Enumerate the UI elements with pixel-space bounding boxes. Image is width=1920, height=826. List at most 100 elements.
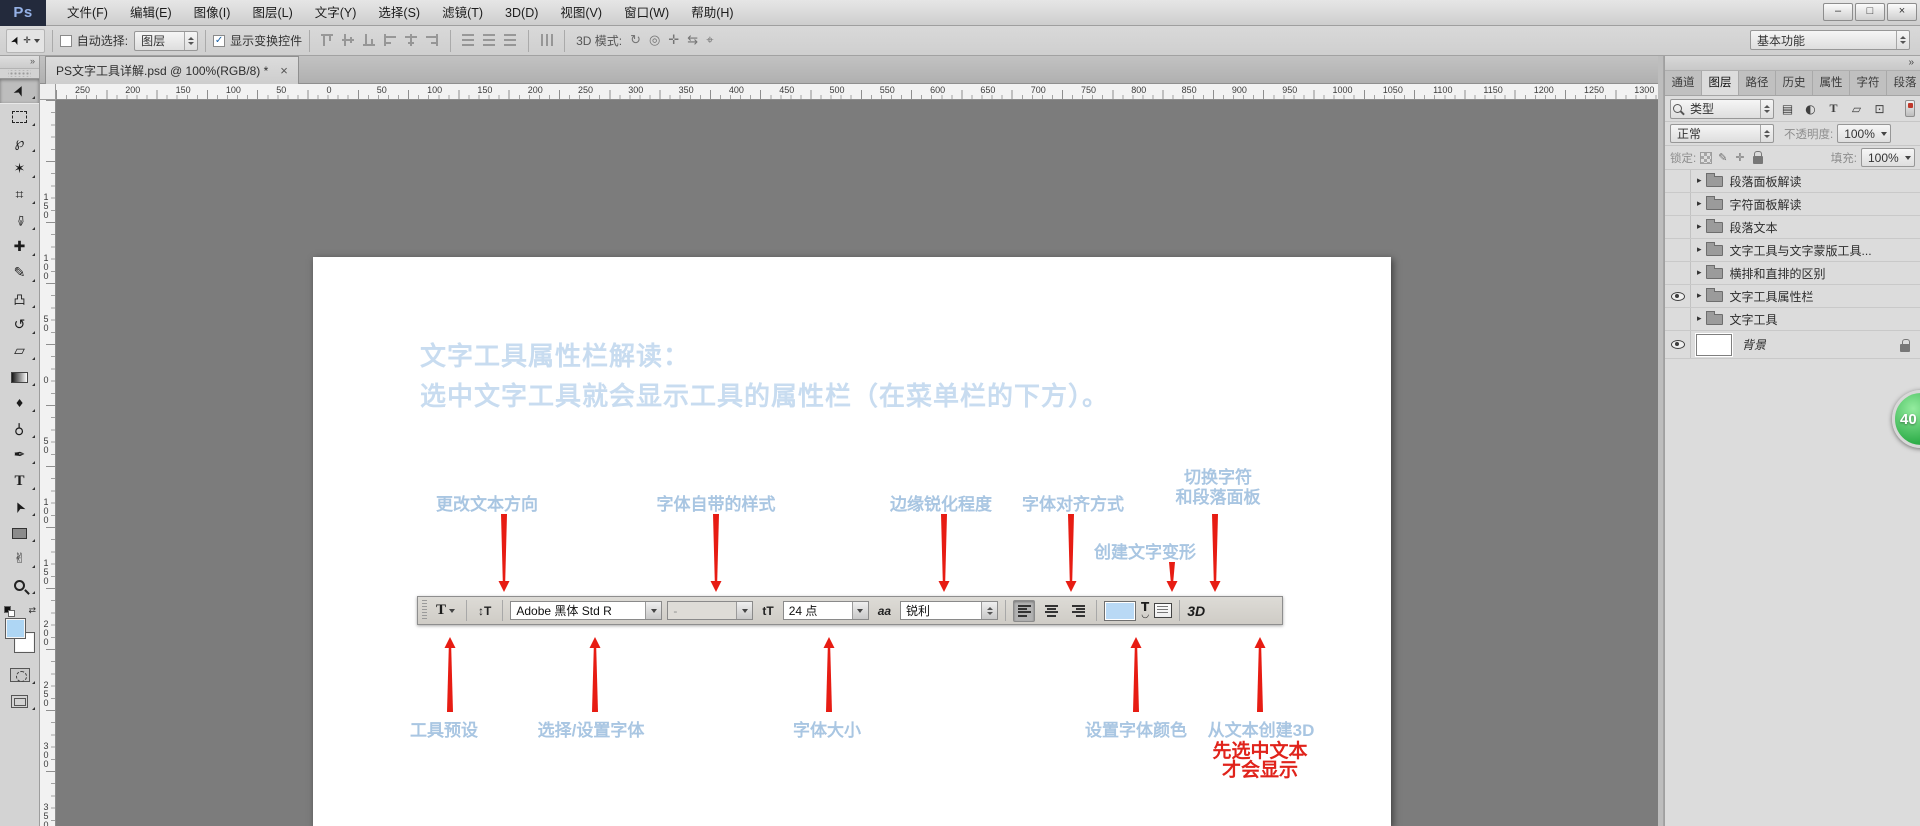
expand-group-icon[interactable]: ▸ — [1697, 245, 1702, 255]
filter-smart-objects-icon[interactable]: ⊡ — [1870, 100, 1889, 118]
tab-paths[interactable]: 路径 — [1739, 71, 1776, 95]
distribute-vertical-centers-icon[interactable] — [481, 32, 498, 49]
filter-toggle-switch[interactable] — [1905, 100, 1915, 117]
pen-tool[interactable]: ✒ — [0, 442, 39, 468]
collapse-dock-icon[interactable]: » — [1665, 56, 1920, 71]
lock-position-icon[interactable]: ✛ — [1735, 151, 1744, 164]
visibility-toggle[interactable] — [1665, 308, 1691, 330]
distribute-top-edges-icon[interactable] — [460, 32, 477, 49]
lock-all-icon[interactable] — [1753, 156, 1763, 164]
menu-item-4[interactable]: 文字(Y) — [304, 0, 368, 26]
filter-type-layers-icon[interactable]: T — [1824, 100, 1843, 118]
auto-select-checkbox[interactable] — [60, 35, 72, 47]
layer-row[interactable]: ▸ 字符面板解读 — [1665, 193, 1920, 216]
menu-item-3[interactable]: 图层(L) — [241, 0, 303, 26]
minimize-button[interactable]: – — [1823, 3, 1853, 21]
visibility-toggle[interactable] — [1665, 285, 1691, 307]
filter-shape-layers-icon[interactable]: ▱ — [1847, 100, 1866, 118]
swap-colors-icon[interactable]: ⇄ — [28, 606, 36, 616]
auto-select-target-dropdown[interactable]: 图层 — [134, 31, 198, 51]
align-bottom-edges-icon[interactable] — [361, 32, 378, 49]
gradient-tool[interactable] — [0, 364, 39, 390]
zoom-tool[interactable] — [0, 572, 39, 598]
distribute-bottom-edges-icon[interactable] — [502, 32, 519, 49]
menu-item-6[interactable]: 滤镜(T) — [431, 0, 494, 26]
shape-tool[interactable] — [0, 520, 39, 546]
layer-row[interactable]: ▸ 段落面板解读 — [1665, 170, 1920, 193]
tool-preset-picker[interactable]: ➤ ✛ — [6, 29, 45, 53]
expand-group-icon[interactable]: ▸ — [1697, 222, 1702, 232]
layer-row[interactable]: ▸ 横排和直排的区别 — [1665, 262, 1920, 285]
menu-item-8[interactable]: 视图(V) — [549, 0, 613, 26]
workspace-switcher[interactable]: 基本功能 — [1750, 30, 1910, 50]
clone-stamp-tool[interactable]: 凸 — [0, 286, 39, 312]
auto-align-layers-icon[interactable] — [538, 32, 555, 49]
history-brush-tool[interactable]: ↺ — [0, 312, 39, 338]
filter-pixel-layers-icon[interactable]: ▤ — [1778, 100, 1797, 118]
horizontal-ruler[interactable]: 2502001501005005010015020025030035040045… — [56, 84, 1658, 100]
layer-row[interactable]: ▸ 文字工具 — [1665, 308, 1920, 331]
show-transform-checkbox[interactable]: ✓ — [213, 35, 225, 47]
menu-item-10[interactable]: 帮助(H) — [680, 0, 744, 26]
align-vertical-centers-icon[interactable] — [340, 32, 357, 49]
tab-history[interactable]: 历史 — [1776, 71, 1813, 95]
tab-layers[interactable]: 图层 — [1702, 71, 1739, 95]
path-selection-tool[interactable]: ➤ — [0, 494, 39, 520]
hand-tool[interactable]: ✌ — [0, 546, 39, 572]
3d-rotate-icon[interactable]: ↻ — [630, 33, 641, 48]
layer-row[interactable]: ▸ 文字工具与文字蒙版工具... — [1665, 239, 1920, 262]
expand-group-icon[interactable]: ▸ — [1697, 199, 1702, 209]
tab-paragraph[interactable]: 段落 — [1887, 71, 1920, 95]
vertical-ruler[interactable]: 15010050050100150200250300350 — [40, 100, 56, 826]
layer-row[interactable]: ▸ 文字工具属性栏 — [1665, 285, 1920, 308]
quick-selection-tool[interactable]: ✶ — [0, 156, 39, 182]
brush-tool[interactable]: ✎ — [0, 260, 39, 286]
background-layer-row[interactable]: 背景 — [1665, 331, 1920, 359]
crop-tool[interactable]: ⌗ — [0, 182, 39, 208]
blur-tool[interactable]: ♦ — [0, 390, 39, 416]
expand-group-icon[interactable]: ▸ — [1697, 176, 1702, 186]
screen-mode-button[interactable] — [0, 688, 39, 714]
align-left-edges-icon[interactable] — [382, 32, 399, 49]
menu-item-2[interactable]: 图像(I) — [183, 0, 242, 26]
menu-item-1[interactable]: 编辑(E) — [119, 0, 183, 26]
canvas-area[interactable]: 文字工具属性栏解读： 选中文字工具就会显示工具的属性栏（在菜单栏的下方）。 更改… — [56, 100, 1658, 826]
spot-healing-brush-tool[interactable]: ✚ — [0, 234, 39, 260]
rectangular-marquee-tool[interactable] — [0, 104, 39, 130]
close-button[interactable]: × — [1887, 3, 1917, 21]
visibility-toggle[interactable] — [1665, 216, 1691, 238]
expand-group-icon[interactable]: ▸ — [1697, 268, 1702, 278]
fill-dropdown[interactable]: 100% — [1861, 148, 1915, 167]
visibility-toggle[interactable] — [1665, 331, 1691, 358]
3d-drag-icon[interactable]: ✛ — [668, 33, 679, 48]
3d-slide-icon[interactable]: ⇆ — [687, 33, 698, 48]
expand-group-icon[interactable]: ▸ — [1697, 291, 1702, 301]
collapse-panel-icon[interactable]: » — [0, 56, 39, 69]
type-tool[interactable]: T — [0, 468, 39, 494]
menu-item-7[interactable]: 3D(D) — [494, 0, 549, 26]
filter-adjustment-layers-icon[interactable]: ◐ — [1801, 100, 1820, 118]
move-tool[interactable]: ➤ — [0, 78, 39, 104]
3d-roll-icon[interactable]: ◎ — [649, 33, 660, 48]
lock-pixels-icon[interactable]: ✎ — [1718, 151, 1727, 164]
menu-item-0[interactable]: 文件(F) — [56, 0, 119, 26]
lasso-tool[interactable]: ℘ — [0, 130, 39, 156]
quick-mask-mode-button[interactable] — [0, 662, 39, 688]
3d-scale-icon[interactable]: ⌖ — [706, 33, 713, 48]
visibility-toggle[interactable] — [1665, 193, 1691, 215]
tab-properties[interactable]: 属性 — [1813, 71, 1850, 95]
visibility-toggle[interactable] — [1665, 170, 1691, 192]
lock-transparency-icon[interactable] — [1700, 152, 1712, 164]
default-colors-bg-icon[interactable] — [8, 610, 15, 617]
visibility-toggle[interactable] — [1665, 262, 1691, 284]
tab-channels[interactable]: 通道 — [1665, 71, 1702, 95]
align-top-edges-icon[interactable] — [319, 32, 336, 49]
tab-character[interactable]: 字符 — [1850, 71, 1887, 95]
expand-group-icon[interactable]: ▸ — [1697, 314, 1702, 324]
eraser-tool[interactable]: ▱ — [0, 338, 39, 364]
blend-mode-dropdown[interactable]: 正常 — [1670, 124, 1774, 143]
layer-row[interactable]: ▸ 段落文本 — [1665, 216, 1920, 239]
layer-filter-type-dropdown[interactable]: 类型 — [1670, 99, 1774, 119]
menu-item-9[interactable]: 窗口(W) — [613, 0, 680, 26]
tab-close-icon[interactable]: × — [280, 65, 288, 77]
